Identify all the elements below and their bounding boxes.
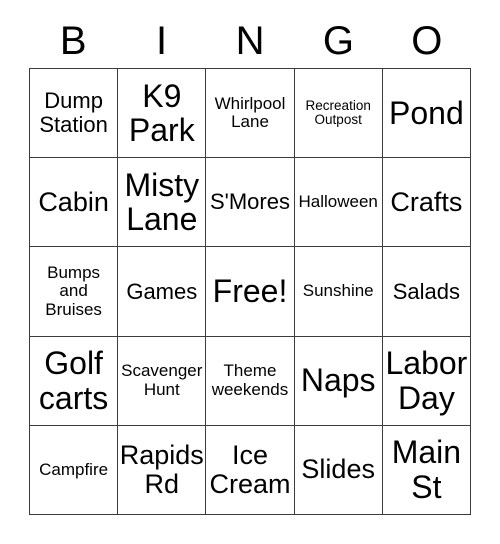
bingo-cell-label: K9 Park [128,77,195,149]
bingo-cell[interactable]: Main St [382,425,471,515]
bingo-cell-label: Sunshine [302,281,374,301]
bingo-cell[interactable]: Halloween [294,158,383,248]
bingo-cell-label: Naps [300,362,376,399]
bingo-cell[interactable]: Sunshine [294,247,383,337]
bingo-cell[interactable]: S'Mores [206,158,295,248]
bingo-cell-label: Main St [391,434,462,505]
bingo-cell-label: Crafts [390,186,463,217]
bingo-cell-label: Slides [301,454,375,485]
bingo-cell[interactable]: Slides [294,425,383,515]
bingo-cell-label: Pond [389,94,464,131]
bingo-card: B I N G O Dump Station K9 Park Whirlpool Lane R… [0,0,500,544]
bingo-cell-free-space[interactable]: Free! [206,247,295,337]
bingo-cell[interactable]: Crafts [382,158,471,248]
bingo-cell[interactable]: Naps [294,336,383,426]
bingo-grid: Dump Station K9 Park Whirlpool Lane Recreat… [29,68,471,515]
bingo-header-letter-g: G [322,19,354,63]
bingo-cell-label: Dump Station [39,88,108,138]
bingo-cell-label: Labor Day [385,345,468,416]
bingo-cell-label: Campfire [39,459,109,479]
bingo-cell[interactable]: Cabin [30,158,119,248]
bingo-cell[interactable]: Recreation Outpost [294,69,383,159]
bingo-cell-label: Theme weekends [211,361,289,399]
bingo-header-letters: BINGO [29,14,471,68]
bingo-cell-label: Recreation Outpost [305,97,371,128]
bingo-cell-label: Ice Cream [209,439,291,499]
bingo-cell-label: Rapids Rd [119,439,204,499]
bingo-cell[interactable]: Bumps and Bruises [30,247,119,337]
bingo-header-letter-i: I [156,19,168,63]
bingo-header-letter-o: O [411,19,443,63]
bingo-cell-label: Misty Lane [124,166,200,238]
bingo-cell[interactable]: Dump Station [30,69,119,159]
bingo-cell-label: Cabin [38,186,109,217]
bingo-cell[interactable]: Salads [382,247,471,337]
bingo-cell[interactable]: Rapids Rd [118,425,207,515]
bingo-cell[interactable]: Whirlpool Lane [206,69,295,159]
bingo-cell-label: Salads [392,278,461,304]
bingo-cell[interactable]: Theme weekends [206,336,295,426]
bingo-cell-label: Halloween [298,192,378,212]
bingo-header-letter-b: B [59,19,87,63]
bingo-cell[interactable]: Ice Cream [206,425,295,515]
bingo-cell-label: Scavenger Hunt [121,361,203,399]
bingo-cell[interactable]: Golf carts [30,336,119,426]
bingo-cell-label: S'Mores [209,189,290,215]
bingo-cell[interactable]: Misty Lane [118,158,207,248]
bingo-cell[interactable]: Pond [382,69,471,159]
bingo-cell[interactable]: Campfire [30,425,119,515]
bingo-cell[interactable]: K9 Park [118,69,207,159]
bingo-cell-label: Games [126,278,198,304]
bingo-cell-label: Whirlpool Lane [214,93,286,132]
bingo-cell-label: Free! [212,273,288,310]
bingo-cell[interactable]: Games [118,247,207,337]
bingo-cell[interactable]: Labor Day [382,336,471,426]
bingo-header-letter-n: N [235,19,265,63]
bingo-cell-label: Bumps and Bruises [45,262,102,319]
bingo-cell-label: Golf carts [38,345,109,416]
bingo-cell[interactable]: Scavenger Hunt [118,336,207,426]
